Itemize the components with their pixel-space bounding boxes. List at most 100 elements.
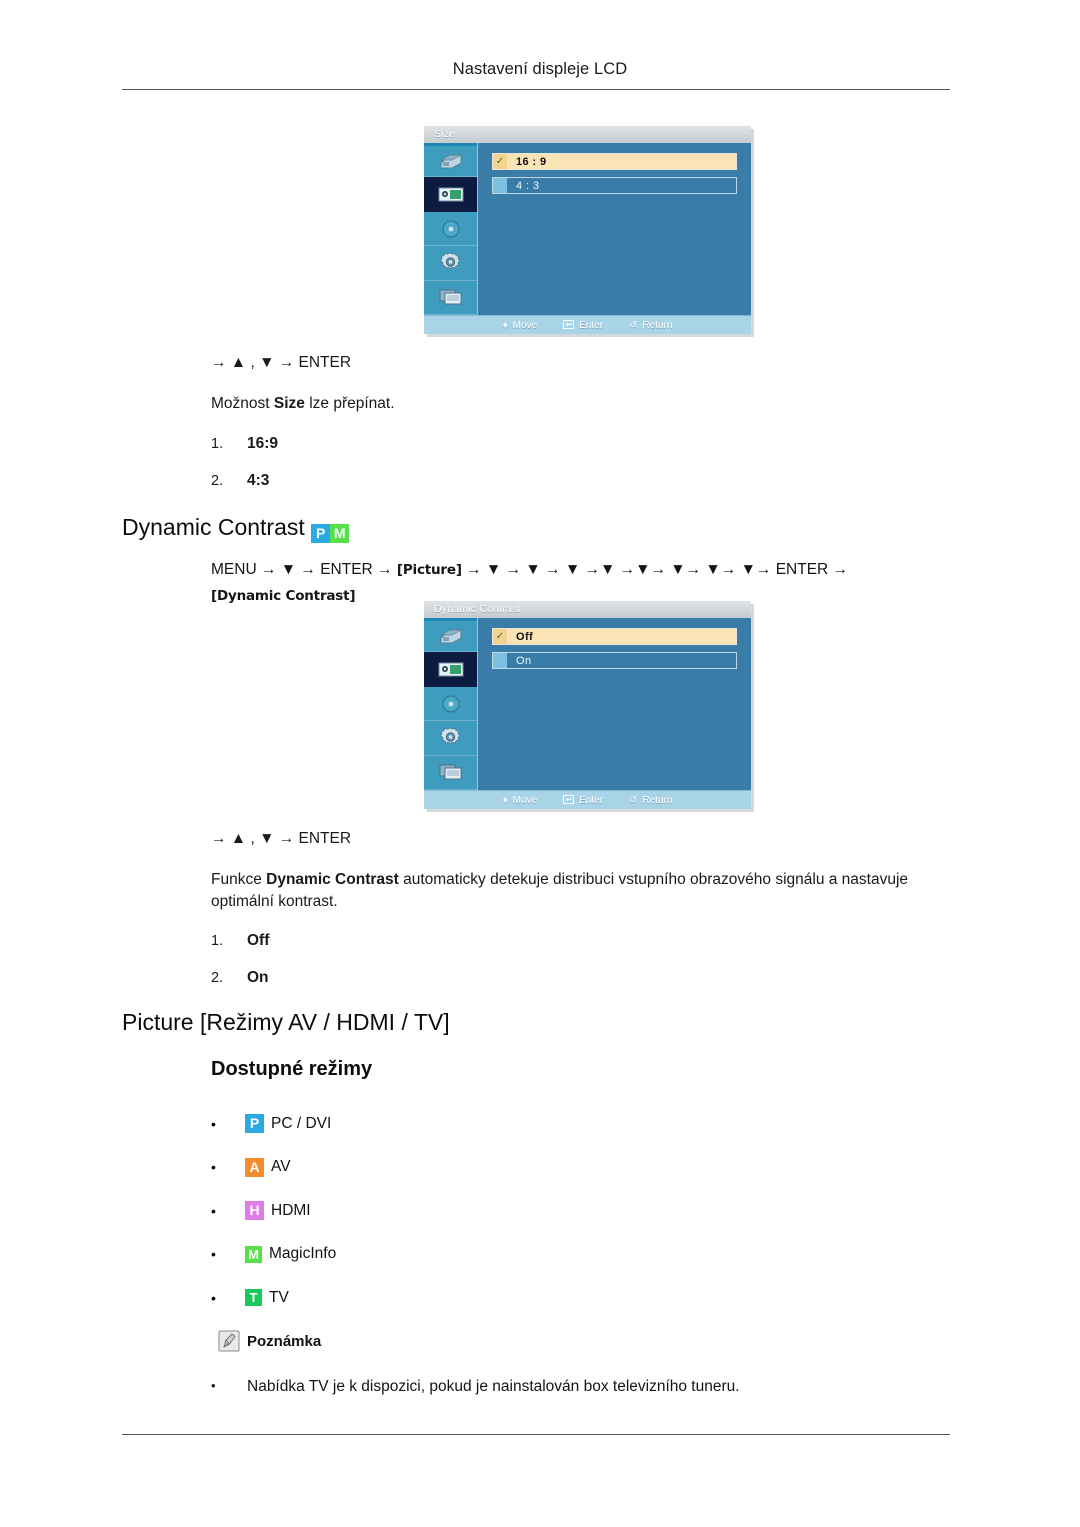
list-item: 2. On: [211, 969, 269, 987]
osd-screenshot-dynamic-contrast: Dynamic Contrast ✓ Off On ♦ Move Enter ↺…: [424, 601, 751, 809]
dynamic-contrast-heading: Dynamic Contrast PM: [122, 514, 350, 543]
list-item: 1. Off: [211, 932, 269, 950]
move-updown-icon: ♦: [502, 320, 508, 331]
list-value: Off: [247, 932, 270, 949]
document-page: Nastavení displeje LCD Size ✓ 16: 9 4:…: [0, 0, 1080, 1527]
tv-badge: T: [245, 1289, 262, 1307]
list-number: 2.: [211, 473, 224, 489]
multi-control-icon[interactable]: [424, 281, 477, 316]
sound-icon[interactable]: [424, 212, 477, 247]
pc-dvi-badge: P: [311, 524, 331, 543]
osd-title-size: Size: [424, 126, 751, 143]
size-desc-pre: Možnost: [211, 395, 274, 412]
multi-control-icon[interactable]: [424, 756, 477, 791]
osd-hint-return: ↺ Return: [629, 795, 672, 806]
dc-desc-pre: Funkce: [211, 871, 267, 888]
dynamic-contrast-keypath: → ▲ , ▼ → ENTER: [211, 830, 352, 847]
setup-gear-icon[interactable]: [424, 246, 477, 281]
size-desc-post: lze přepínat.: [304, 395, 395, 412]
picture-section-heading: Picture [Režimy AV / HDMI / TV]: [122, 1009, 450, 1035]
size-keypath: → ▲ , ▼ → ENTER: [211, 354, 352, 371]
list-item: • M MagicInfo: [211, 1233, 336, 1277]
list-number: 2.: [211, 970, 224, 986]
unchecked-marker: [493, 653, 507, 668]
input-source-icon[interactable]: [424, 618, 477, 653]
header-divider: [122, 89, 950, 90]
osd-options-panel: ✓ Off On: [478, 618, 751, 790]
pc-dvi-badge: P: [245, 1114, 264, 1134]
osd-option-row[interactable]: On: [492, 652, 737, 669]
bullet-icon: •: [211, 1246, 216, 1263]
navpath-boxed-dynamic-contrast: [Dynamic Contrast]: [211, 588, 356, 604]
osd-option-label: 16 : 9: [516, 155, 547, 168]
note-bullet-item: • Nabídka TV je k dispozici, pokud je na…: [211, 1378, 911, 1396]
dc-desc-bold: Dynamic Contrast: [266, 871, 399, 888]
note-label: Poznámka: [247, 1332, 322, 1350]
osd-hint-return: ↺ Return: [629, 320, 672, 331]
navpath-boxed-picture: [Picture]: [396, 562, 462, 578]
osd-hint-move: ♦ Move: [503, 320, 538, 331]
size-desc-bold: Size: [273, 395, 305, 412]
size-option-list: 1. 16:9 2. 4:3: [211, 435, 278, 509]
osd-hint-label: Return: [642, 795, 673, 806]
osd-body: ✓ 16 : 9 4 : 3: [424, 143, 751, 316]
note-icon: [218, 1330, 240, 1352]
osd-body: ✓ Off On: [424, 618, 751, 791]
navpath-mid: → ▼ → ▼ → ▼ →▼ →▼→ ▼→ ▼→ ▼→ ENTER →: [466, 561, 849, 578]
magicinfo-badge: M: [330, 524, 350, 543]
setup-gear-icon[interactable]: [424, 721, 477, 756]
list-item: • T TV: [211, 1276, 336, 1320]
osd-hint-enter: Enter: [563, 794, 604, 807]
note-text: Nabídka TV je k dispozici, pokud je nain…: [247, 1378, 740, 1395]
osd-sidebar-accent: [424, 143, 477, 146]
heading-text: Dynamic Contrast: [122, 514, 305, 540]
list-item: • H HDMI: [211, 1189, 336, 1233]
check-icon: ✓: [495, 630, 505, 642]
sound-icon[interactable]: [424, 687, 477, 722]
input-source-icon[interactable]: [424, 143, 477, 178]
osd-sidebar: [424, 618, 478, 791]
bullet-icon: •: [211, 1289, 216, 1306]
picture-icon[interactable]: [424, 652, 477, 687]
picture-icon[interactable]: [424, 177, 477, 212]
list-value: 4:3: [247, 472, 270, 489]
av-badge: A: [245, 1157, 264, 1177]
osd-options-panel: ✓ 16 : 9 4 : 3: [478, 143, 751, 315]
return-icon: ↺: [629, 320, 638, 331]
checked-marker: ✓: [493, 154, 507, 169]
bullet-icon: •: [211, 1159, 216, 1176]
osd-hint-enter: Enter: [563, 319, 604, 332]
mode-label: TV: [269, 1288, 289, 1306]
page-header-title: Nastavení displeje LCD: [452, 60, 628, 78]
bullet-icon: •: [211, 1115, 216, 1132]
osd-hint-label: Enter: [579, 795, 604, 806]
magicinfo-badge: M: [245, 1245, 262, 1263]
mode-label: MagicInfo: [269, 1245, 337, 1263]
bullet-icon: •: [211, 1202, 216, 1219]
list-item: • P PC / DVI: [211, 1102, 336, 1146]
osd-footer-hints: ♦ Move Enter ↺ Return: [424, 790, 751, 809]
mode-label: HDMI: [271, 1201, 311, 1219]
mode-label: PC / DVI: [271, 1114, 332, 1132]
navpath-line1: MENU → ▼ → ENTER →: [211, 561, 393, 578]
osd-option-row[interactable]: 4 : 3: [492, 177, 737, 194]
osd-screenshot-size: Size ✓ 16: 9 4: 3 ♦ Move Enter ↺ Retur…: [424, 126, 751, 334]
enter-key-icon: [563, 794, 575, 807]
bullet-icon: •: [211, 1378, 216, 1393]
osd-sidebar: [424, 143, 478, 316]
dynamic-contrast-description: Funkce Dynamic Contrast automaticky dete…: [211, 869, 956, 913]
osd-option-label: On: [516, 654, 532, 667]
list-value: 16:9: [247, 435, 279, 452]
osd-hint-label: Enter: [579, 320, 604, 331]
osd-option-row[interactable]: ✓ Off: [492, 628, 737, 645]
osd-hint-move: ♦ Move: [503, 795, 538, 806]
list-item: • A AV: [211, 1146, 336, 1190]
osd-hint-label: Move: [512, 795, 538, 806]
osd-option-row[interactable]: ✓ 16 : 9: [492, 153, 737, 170]
size-description: Možnost Size lze přepínat.: [211, 393, 395, 415]
osd-footer-hints: ♦ Move Enter ↺ Return: [424, 315, 751, 334]
osd-option-label: Off: [516, 630, 534, 643]
list-value: On: [247, 969, 269, 986]
picture-section-subheading: Dostupné režimy: [211, 1058, 373, 1080]
note-block-header: Poznámka: [218, 1330, 321, 1352]
